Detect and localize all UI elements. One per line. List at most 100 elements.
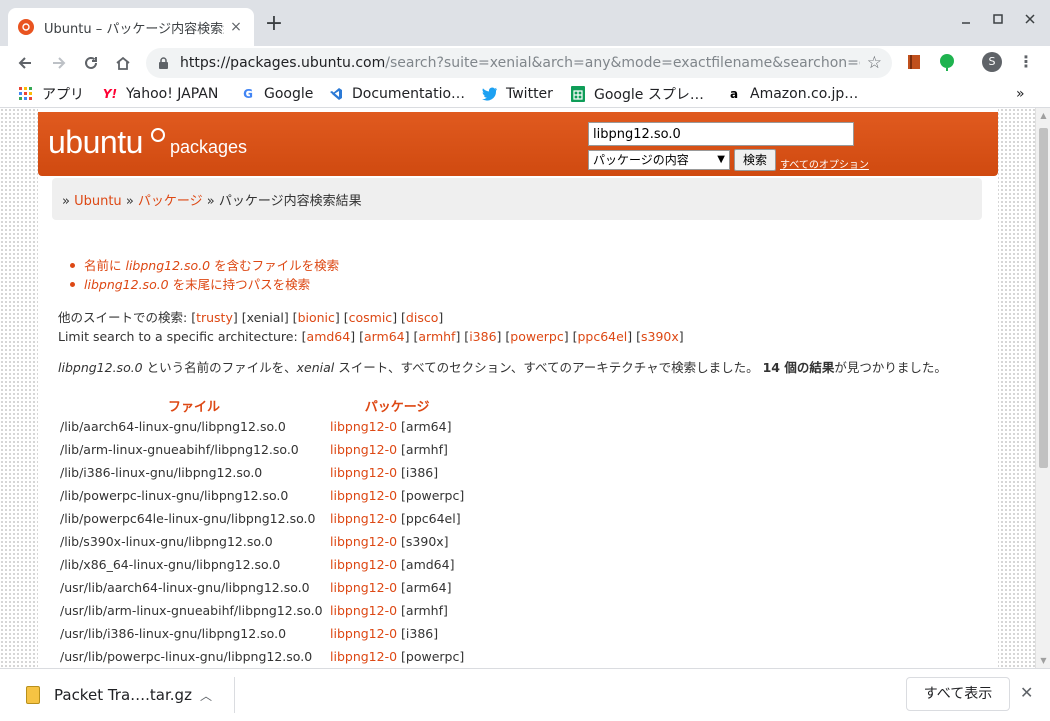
option-path-ends-with[interactable]: libpng12.so.0 を末尾に持つパスを検索 bbox=[70, 275, 978, 294]
search-mode-select[interactable]: パッケージの内容 ▼ bbox=[588, 150, 730, 170]
column-header-package: パッケージ bbox=[364, 399, 430, 415]
close-window-icon[interactable] bbox=[1020, 10, 1040, 30]
table-header-row: ファイル パッケージ bbox=[58, 395, 464, 415]
bookmarks-overflow-icon[interactable]: » bbox=[1016, 84, 1025, 104]
new-tab-button[interactable]: + bbox=[262, 13, 286, 37]
bookmark-google-sheets[interactable]: Google スプレ… bbox=[570, 84, 704, 104]
bookmark-twitter[interactable]: Twitter bbox=[482, 84, 553, 104]
browser-toolbar: https://packages.ubuntu.com/search?suite… bbox=[0, 46, 1050, 80]
download-file-name: Packet Tra….tar.gz bbox=[54, 686, 192, 704]
page-viewport: ubuntu packages パッケージの内容 ▼ 検索 すべてのオプション … bbox=[0, 108, 1050, 668]
table-row: /lib/powerpc64le-linux-gnu/libpng12.so.0… bbox=[58, 507, 464, 530]
package-link[interactable]: libpng12-0 bbox=[330, 603, 397, 618]
file-path-cell: /lib/aarch64-linux-gnu/libpng12.so.0 bbox=[60, 419, 286, 434]
results-table: ファイル パッケージ /lib/aarch64-linux-gnu/libpng… bbox=[58, 395, 464, 668]
vertical-scrollbar[interactable]: ▲ ▼ bbox=[1035, 108, 1050, 668]
close-shelf-icon[interactable]: ✕ bbox=[1020, 683, 1033, 702]
bookmark-star-icon[interactable]: ☆ bbox=[867, 53, 882, 73]
breadcrumb-packages[interactable]: パッケージ bbox=[138, 194, 203, 209]
arch-link-armhf[interactable]: armhf bbox=[418, 329, 455, 344]
google-icon: G bbox=[243, 87, 253, 101]
table-row: /lib/arm-linux-gnueabihf/libpng12.so.0 li… bbox=[58, 438, 464, 461]
main-content: 名前に libpng12.so.0 を含むファイルを検索 libpng12.so… bbox=[58, 256, 978, 668]
minimize-icon[interactable] bbox=[956, 10, 976, 30]
scroll-down-arrow-icon[interactable]: ▼ bbox=[1036, 653, 1050, 668]
yahoo-icon: Y! bbox=[102, 87, 118, 101]
other-suites-line: 他のスイートでの検索: [trusty] [xenial] [bionic] [… bbox=[58, 310, 444, 325]
archive-file-icon bbox=[26, 686, 40, 704]
package-link[interactable]: libpng12-0 bbox=[330, 465, 397, 480]
arch-link-i386[interactable]: i386 bbox=[469, 329, 496, 344]
suite-link-bionic[interactable]: bionic bbox=[298, 310, 335, 325]
arch-link-powerpc[interactable]: powerpc bbox=[510, 329, 563, 344]
bookmark-apps[interactable]: アプリ bbox=[18, 84, 84, 104]
package-link[interactable]: libpng12-0 bbox=[330, 557, 397, 572]
search-button[interactable]: 検索 bbox=[734, 149, 776, 171]
lock-icon[interactable] bbox=[156, 56, 170, 70]
extension-leaf-icon[interactable] bbox=[938, 53, 956, 71]
scroll-up-arrow-icon[interactable]: ▲ bbox=[1036, 108, 1050, 123]
file-path-cell: /lib/x86_64-linux-gnu/libpng12.so.0 bbox=[60, 557, 281, 572]
arch-link-arm64[interactable]: arm64 bbox=[364, 329, 405, 344]
extension-book-icon[interactable] bbox=[906, 53, 924, 71]
tab-close-icon[interactable]: × bbox=[228, 19, 244, 35]
option-contains-name[interactable]: 名前に libpng12.so.0 を含むファイルを検索 bbox=[70, 256, 978, 275]
package-arch: [arm64] bbox=[401, 580, 452, 595]
package-arch: [armhf] bbox=[401, 603, 448, 618]
bookmark-amazon[interactable]: a Amazon.co.jp… bbox=[726, 84, 858, 104]
package-arch: [armhf] bbox=[401, 442, 448, 457]
maximize-icon[interactable] bbox=[988, 10, 1008, 30]
download-item[interactable]: Packet Tra….tar.gz ︿ bbox=[10, 677, 235, 713]
search-input[interactable] bbox=[588, 122, 854, 146]
scrollbar-thumb[interactable] bbox=[1039, 128, 1048, 468]
back-arrow-icon[interactable] bbox=[12, 50, 38, 76]
reload-icon[interactable] bbox=[78, 50, 104, 76]
package-cell: libpng12-0 [powerpc] bbox=[330, 484, 464, 507]
show-all-downloads-button[interactable]: すべて表示 bbox=[906, 677, 1010, 711]
forward-arrow-icon[interactable] bbox=[46, 50, 72, 76]
arch-link-amd64[interactable]: amd64 bbox=[307, 329, 351, 344]
arch-link-ppc64el[interactable]: ppc64el bbox=[577, 329, 627, 344]
browser-tab[interactable]: Ubuntu – パッケージ内容検索結果 × bbox=[8, 8, 254, 46]
ubuntu-logo[interactable]: ubuntu bbox=[48, 124, 143, 161]
file-path-cell: /usr/lib/arm-linux-gnueabihf/libpng12.so… bbox=[60, 603, 323, 618]
package-link[interactable]: libpng12-0 bbox=[330, 580, 397, 595]
file-path-cell: /usr/lib/aarch64-linux-gnu/libpng12.so.0 bbox=[60, 580, 310, 595]
table-row: /lib/s390x-linux-gnu/libpng12.so.0 libpng… bbox=[58, 530, 464, 553]
package-arch: [arm64] bbox=[401, 419, 452, 434]
package-arch: [i386] bbox=[401, 465, 439, 480]
profile-avatar[interactable]: S bbox=[982, 52, 1002, 72]
arch-filter-line: Limit search to a specific architecture:… bbox=[58, 329, 684, 344]
package-link[interactable]: libpng12-0 bbox=[330, 534, 397, 549]
suite-link-disco[interactable]: disco bbox=[406, 310, 438, 325]
breadcrumb-current: パッケージ内容検索結果 bbox=[218, 194, 362, 209]
breadcrumb-separator: » bbox=[202, 194, 219, 209]
chevron-up-icon[interactable]: ︿ bbox=[200, 687, 212, 704]
arch-link-s390x[interactable]: s390x bbox=[641, 329, 679, 344]
browser-menu-icon[interactable]: ⋮ bbox=[1018, 52, 1034, 72]
file-path-cell: /lib/s390x-linux-gnu/libpng12.so.0 bbox=[60, 534, 273, 549]
suite-link-trusty[interactable]: trusty bbox=[196, 310, 233, 325]
breadcrumb-ubuntu[interactable]: Ubuntu bbox=[74, 194, 122, 209]
home-icon[interactable] bbox=[110, 50, 136, 76]
package-cell: libpng12-0 [arm64] bbox=[330, 415, 464, 438]
address-bar[interactable]: https://packages.ubuntu.com/search?suite… bbox=[146, 48, 892, 78]
package-arch: [i386] bbox=[401, 626, 439, 641]
bookmark-yahoo[interactable]: Y! Yahoo! JAPAN bbox=[102, 84, 218, 104]
package-link[interactable]: libpng12-0 bbox=[330, 488, 397, 503]
bookmark-google[interactable]: G Google bbox=[240, 84, 313, 104]
arch-label: Limit search to a specific architecture: bbox=[58, 329, 302, 344]
package-arch: [powerpc] bbox=[401, 649, 465, 664]
package-cell: libpng12-0 [i386] bbox=[330, 622, 464, 645]
suite-link-cosmic[interactable]: cosmic bbox=[349, 310, 393, 325]
package-link[interactable]: libpng12-0 bbox=[330, 511, 397, 526]
bookmark-documentation[interactable]: Documentatio… bbox=[328, 84, 465, 104]
tab-strip: Ubuntu – パッケージ内容検索結果 × + bbox=[0, 0, 1050, 46]
all-options-link[interactable]: すべてのオプション bbox=[780, 156, 869, 171]
apps-grid-icon bbox=[18, 86, 34, 102]
package-link[interactable]: libpng12-0 bbox=[330, 442, 397, 457]
package-link[interactable]: libpng12-0 bbox=[330, 419, 397, 434]
package-cell: libpng12-0 [arm64] bbox=[330, 576, 464, 599]
package-link[interactable]: libpng12-0 bbox=[330, 626, 397, 641]
package-link[interactable]: libpng12-0 bbox=[330, 649, 397, 664]
